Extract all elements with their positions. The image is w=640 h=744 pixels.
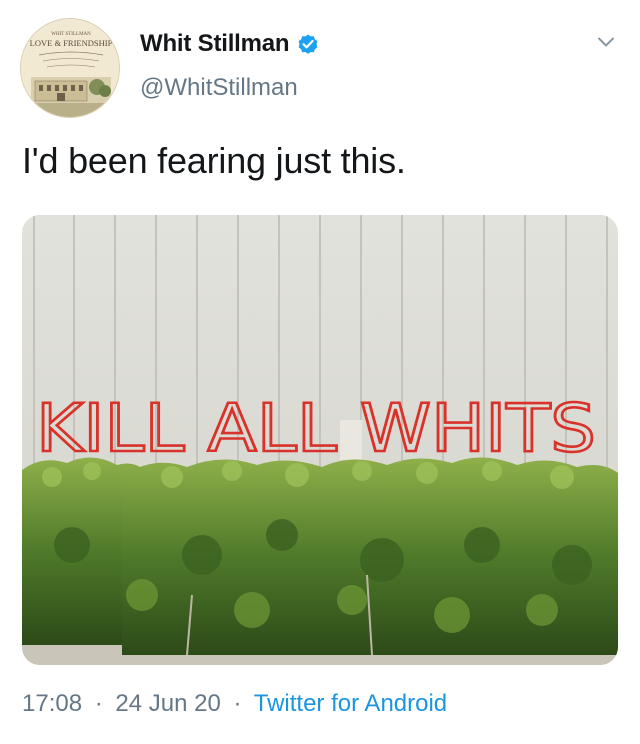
meta-separator: · (94, 690, 103, 717)
avatar[interactable]: WHIT STILLMAN LOVE & FRIENDSHIP (20, 18, 120, 118)
graffiti-text: KILL ALL WHITS (36, 390, 596, 467)
tweet-time[interactable]: 17:08 (22, 690, 82, 717)
tweet[interactable]: WHIT STILLMAN LOVE & FRIENDSHIP Whit Sti… (0, 0, 640, 744)
tweet-date[interactable]: 24 Jun 20 (115, 690, 220, 717)
name-row: Whit Stillman (140, 28, 320, 60)
tweet-text: I'd been fearing just this. (22, 140, 406, 181)
tweet-source-link[interactable]: Twitter for Android (254, 690, 447, 717)
graffiti-photo: KILL ALL WHITS (22, 215, 618, 665)
tweet-image[interactable]: KILL ALL WHITS (22, 215, 618, 665)
avatar-title-text: LOVE & FRIENDSHIP (30, 38, 113, 48)
handle[interactable]: @WhitStillman (140, 74, 298, 102)
meta-separator: · (233, 690, 242, 717)
avatar-image: WHIT STILLMAN LOVE & FRIENDSHIP (21, 19, 119, 117)
tweet-meta: 17:08 · 24 Jun 20 · Twitter for Android (22, 690, 447, 718)
avatar-top-text: WHIT STILLMAN (51, 32, 91, 37)
chevron-down-icon[interactable] (594, 30, 618, 54)
display-name[interactable]: Whit Stillman (140, 30, 290, 58)
verified-badge-icon (296, 32, 320, 56)
